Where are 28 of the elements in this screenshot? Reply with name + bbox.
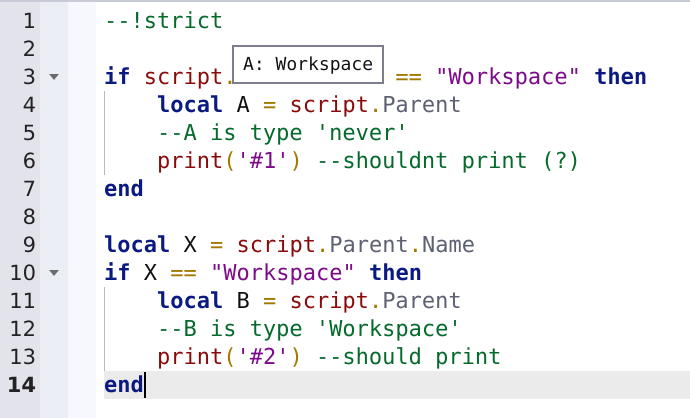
code-line: --!strict (104, 8, 224, 36)
line-number: 11 (9, 290, 36, 312)
code-line: --B is type 'Workspace' (156, 316, 462, 344)
line-number: 12 (9, 318, 36, 340)
line-number: 8 (22, 206, 36, 228)
code-line: print('#2') --should print (156, 344, 502, 372)
code-line: if X == "Workspace" then (104, 260, 422, 288)
line-number: 3 (22, 66, 36, 88)
line-number: 9 (22, 234, 36, 256)
line-number: 6 (22, 150, 36, 172)
line-number: 5 (22, 122, 36, 144)
line-number: 13 (9, 346, 36, 368)
code-line: end (104, 372, 144, 400)
line-number: 10 (9, 262, 36, 284)
line-number: 4 (22, 94, 36, 116)
code-line: local X = script.Parent.Name (104, 232, 475, 260)
code-line: print('#1') --shouldnt print (?) (156, 148, 581, 176)
line-number: 1 (22, 10, 36, 32)
line-number: 7 (22, 178, 36, 200)
code-line: --A is type 'never' (156, 120, 409, 148)
tooltip: A: Workspace (232, 45, 384, 84)
text-cursor (144, 372, 146, 398)
line-number: 14 (6, 374, 36, 396)
code-line: end (104, 176, 144, 204)
code-line: local B = script.Parent (156, 288, 462, 316)
code-line: == "Workspace" then (395, 64, 648, 92)
line-number: 2 (22, 38, 36, 60)
code-line: local A = script.Parent (156, 92, 462, 120)
